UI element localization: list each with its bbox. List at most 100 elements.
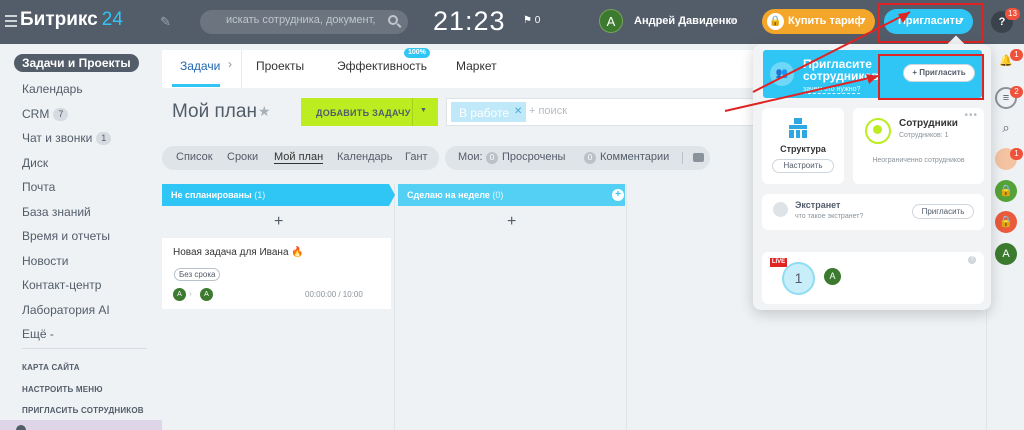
tab-market[interactable]: Маркет: [456, 59, 497, 73]
online-card[interactable]: LIVE 1 A ?: [762, 252, 984, 304]
sidebar-item-calendar[interactable]: Календарь: [22, 82, 83, 96]
responsible-avatar[interactable]: A: [200, 288, 213, 301]
filter-chip[interactable]: В работе ✕: [451, 102, 526, 122]
live-badge: LIVE: [770, 258, 787, 267]
flag-icon: ⚑: [523, 15, 532, 26]
help-badge: 13: [1005, 8, 1020, 20]
sidebar-item-mail[interactable]: Почта: [22, 180, 55, 194]
more-icon[interactable]: •••: [964, 110, 978, 121]
employee-icon: [865, 118, 891, 144]
configure-button[interactable]: Настроить: [772, 159, 834, 173]
search-icon[interactable]: ⌕: [995, 117, 1017, 139]
globe-icon: [773, 202, 788, 217]
configure-menu-link[interactable]: НАСТРОИТЬ МЕНЮ: [22, 385, 103, 394]
flag-counter[interactable]: ⚑ 0: [523, 15, 540, 26]
tab-efficiency[interactable]: Эффективность: [337, 59, 427, 73]
kanban-board: Не спланированы (1) + Новая задача для И…: [162, 184, 762, 430]
lock-icon[interactable]: 🔒: [995, 211, 1017, 233]
people-icon: 👥: [770, 62, 794, 86]
fire-icon: 🔥: [291, 247, 304, 258]
add-task-button[interactable]: ДОБАВИТЬ ЗАДАЧУ ▼: [301, 98, 438, 126]
tab-tasks[interactable]: Задачи: [180, 59, 220, 73]
filter-search-input[interactable]: + поиск: [529, 105, 567, 117]
sidebar-item-news[interactable]: Новости: [22, 254, 68, 268]
user-name[interactable]: Андрей Давиденко: [634, 15, 738, 27]
sidebar-item-ai-lab[interactable]: Лаборатория AI: [22, 303, 110, 317]
online-count: 1: [782, 262, 815, 295]
view-my-plan[interactable]: Мой план: [274, 151, 324, 164]
user-icon[interactable]: [16, 425, 26, 430]
tab-projects[interactable]: Проекты: [256, 59, 304, 73]
structure-title: Структура: [780, 144, 826, 154]
pencil-icon[interactable]: ✎: [160, 14, 171, 30]
count-badge: 1: [96, 132, 112, 145]
online-user-avatar[interactable]: A: [824, 268, 841, 285]
sidebar-item-crm[interactable]: CRM 7: [22, 107, 69, 121]
sidebar-item-contact-center[interactable]: Контакт-центр: [22, 278, 101, 292]
invite-employees-link[interactable]: ПРИГЛАСИТЬ СОТРУДНИКОВ: [22, 406, 144, 415]
add-task-plus[interactable]: +: [507, 213, 516, 231]
comments-counter[interactable]: 0 Комментарии: [584, 151, 669, 164]
column-header[interactable]: Не спланированы (1): [162, 184, 265, 206]
search-box[interactable]: [200, 10, 408, 34]
extranet-link[interactable]: что такое экстранет?: [795, 213, 863, 220]
sidebar-footer: [0, 420, 162, 430]
column-header[interactable]: Сделаю на неделе (0): [398, 184, 625, 206]
add-column-icon[interactable]: +: [612, 189, 624, 201]
employees-count: Сотрудников: 1: [899, 132, 949, 139]
sidebar-item-more[interactable]: Ещё -: [22, 327, 54, 341]
menu-icon[interactable]: [5, 15, 17, 30]
time-tracker: 00:00:00 / 10:00: [305, 290, 363, 299]
task-title[interactable]: Новая задача для Ивана 🔥: [173, 247, 304, 258]
sidebar-item-disk[interactable]: Диск: [22, 156, 48, 170]
column-unplanned: Не спланированы (1) + Новая задача для И…: [162, 184, 395, 430]
sidebar-item-tasks[interactable]: Задачи и Проекты: [14, 54, 139, 72]
left-sidebar: Задачи и Проекты Календарь CRM 7 Чат и зв…: [0, 44, 162, 430]
view-calendar[interactable]: Календарь: [337, 151, 393, 163]
buy-tariff-button[interactable]: 🔒 Купить тариф ▼: [762, 9, 875, 34]
sidebar-item-chat[interactable]: Чат и звонки 1: [22, 131, 112, 145]
invite-why-link[interactable]: зачем это нужно?: [803, 86, 861, 94]
deadline-badge[interactable]: Без срока: [174, 268, 221, 281]
search-input[interactable]: [226, 14, 376, 26]
structure-icon: [789, 118, 807, 138]
count-badge: 7: [53, 108, 69, 121]
creator-avatar[interactable]: A: [173, 288, 186, 301]
sidebar-item-time[interactable]: Время и отчеты: [22, 229, 110, 243]
efficiency-badge: 100%: [404, 48, 430, 58]
view-list[interactable]: Список: [176, 151, 213, 163]
sidebar-item-knowledge[interactable]: База знаний: [22, 205, 91, 219]
divider: [412, 98, 413, 126]
overdue-counter[interactable]: 0 Просрочены: [486, 151, 565, 164]
task-card[interactable]: Новая задача для Ивана 🔥 Без срока A › A…: [162, 238, 391, 309]
view-deadlines[interactable]: Сроки: [227, 151, 258, 163]
close-icon[interactable]: ✕: [514, 106, 522, 117]
chevron-down-icon: ▼: [860, 17, 867, 24]
logo[interactable]: Битрикс 24: [20, 9, 123, 31]
column-this-week: Сделаю на неделе (0) + +: [398, 184, 627, 430]
star-icon[interactable]: ★: [258, 103, 271, 120]
extranet-invite-button[interactable]: Пригласить: [912, 204, 974, 219]
employees-unlimited: Неограниченно сотрудников: [872, 157, 965, 164]
highlight-frame: [878, 3, 983, 43]
employees-card[interactable]: ••• Сотрудники Сотрудников: 1 Неограниче…: [853, 108, 984, 184]
clock[interactable]: 21:23: [433, 6, 506, 37]
extranet-card[interactable]: Экстранет что такое экстранет? Пригласит…: [762, 194, 984, 230]
user-avatar[interactable]: A: [995, 243, 1017, 265]
add-task-plus[interactable]: +: [274, 213, 283, 231]
chat-icon[interactable]: [693, 153, 704, 162]
lock-icon[interactable]: 🔒: [995, 180, 1017, 202]
chevron-down-icon[interactable]: ▼: [420, 107, 427, 114]
help-icon[interactable]: ?: [968, 256, 976, 264]
view-gantt[interactable]: Гант: [405, 151, 428, 163]
structure-card[interactable]: Структура Настроить: [762, 108, 844, 184]
divider: [22, 348, 147, 349]
search-icon[interactable]: [388, 15, 398, 25]
sitemap-link[interactable]: КАРТА САЙТА: [22, 363, 80, 372]
user-avatar[interactable]: A: [599, 9, 623, 33]
highlight-frame: [878, 54, 984, 100]
chevron-right-icon: ›: [228, 57, 232, 71]
chevron-down-icon[interactable]: ▼: [729, 16, 737, 25]
employees-title: Сотрудники: [899, 118, 958, 129]
right-rail: 🔔 1 ≡ 2 ⌕ 1 🔒 🔒 A: [986, 44, 1024, 430]
